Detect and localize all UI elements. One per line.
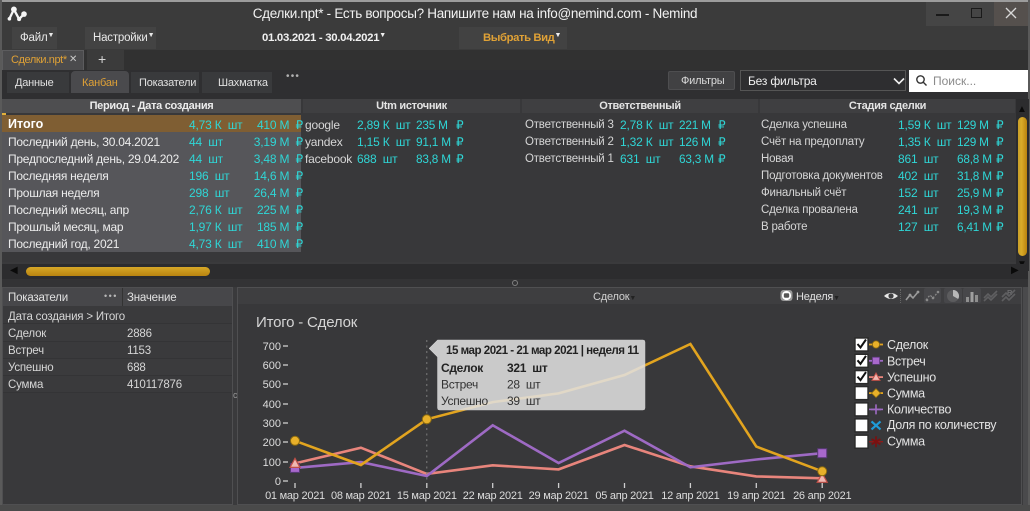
svg-text:200: 200 bbox=[263, 437, 281, 449]
svg-text:Успешно: Успешно bbox=[887, 371, 936, 385]
svg-text:400: 400 bbox=[263, 399, 281, 411]
svg-text:08 мар 2021: 08 мар 2021 bbox=[331, 490, 391, 502]
svg-text:500: 500 bbox=[263, 379, 281, 391]
svg-text:39 шт: 39 шт bbox=[507, 394, 541, 408]
svg-text:Количество: Количество bbox=[887, 403, 951, 417]
svg-text:Встреч: Встреч bbox=[441, 378, 478, 392]
svg-text:26 апр 2021: 26 апр 2021 bbox=[793, 490, 851, 502]
svg-text:Сумма: Сумма bbox=[887, 386, 925, 400]
svg-text:19 апр 2021: 19 апр 2021 bbox=[727, 490, 785, 502]
svg-text:22 мар 2021: 22 мар 2021 bbox=[463, 490, 523, 502]
svg-text:Успешно: Успешно bbox=[441, 394, 488, 408]
svg-text:700: 700 bbox=[263, 341, 281, 353]
svg-text:Сделок: Сделок bbox=[887, 338, 929, 352]
svg-text:29 мар 2021: 29 мар 2021 bbox=[529, 490, 589, 502]
svg-text:28 шт: 28 шт bbox=[507, 378, 541, 392]
svg-text:15 мар 2021 - 21 мар 2021 | не: 15 мар 2021 - 21 мар 2021 | неделя 11 bbox=[446, 344, 640, 357]
svg-text:321 шт: 321 шт bbox=[507, 361, 548, 375]
svg-text:05 апр 2021: 05 апр 2021 bbox=[595, 490, 653, 502]
svg-text:600: 600 bbox=[263, 360, 281, 372]
svg-text:15 мар 2021: 15 мар 2021 bbox=[397, 490, 457, 502]
svg-text:Сделок: Сделок bbox=[441, 361, 484, 375]
svg-text:100: 100 bbox=[263, 457, 281, 469]
svg-text:Встреч: Встреч bbox=[887, 354, 926, 368]
svg-text:01 мар 2021: 01 мар 2021 bbox=[265, 490, 325, 502]
svg-text:Сумма: Сумма bbox=[887, 434, 925, 448]
svg-text:Доля по количеству: Доля по количеству bbox=[887, 418, 997, 432]
svg-text:300: 300 bbox=[263, 418, 281, 430]
svg-text:0: 0 bbox=[275, 476, 281, 488]
svg-text:12 апр 2021: 12 апр 2021 bbox=[661, 490, 719, 502]
